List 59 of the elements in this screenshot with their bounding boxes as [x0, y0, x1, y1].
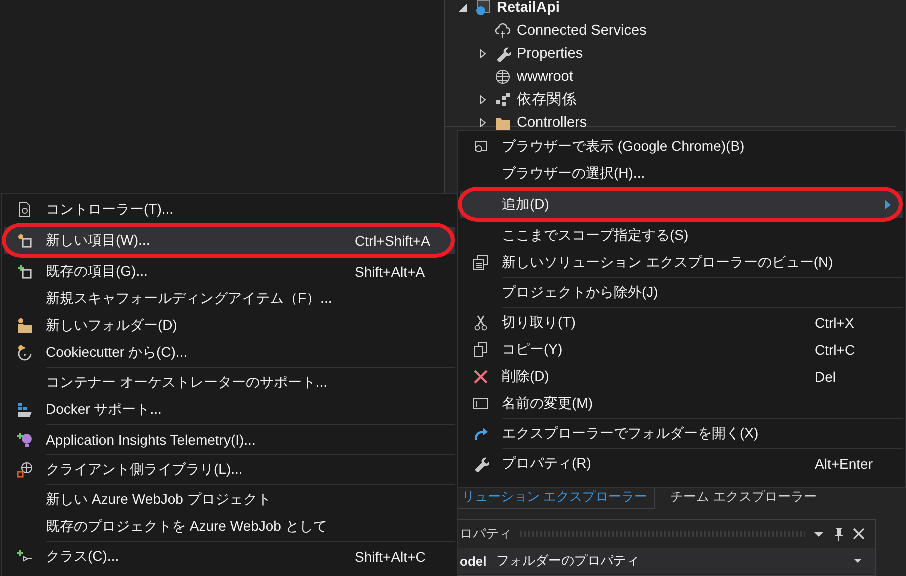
menu-item[interactable]: ブラウザーで表示 (Google Chrome)(B) — [460, 133, 903, 160]
wrench-icon — [473, 456, 489, 472]
close-icon[interactable] — [853, 528, 865, 540]
scissors-icon — [473, 314, 489, 330]
menu-item[interactable]: 新しいソリューション エクスプローラーのビュー(N) — [460, 249, 903, 276]
tree-item[interactable]: RetailApi — [497, 0, 560, 16]
globe-icon — [495, 68, 511, 84]
add-item-icon — [17, 264, 33, 280]
menu-item[interactable]: クライアント側ライブラリ(L)... — [4, 456, 455, 483]
tree-item[interactable]: Properties — [517, 46, 584, 62]
menu-item[interactable]: Cookiecutter から(C)... — [4, 339, 455, 366]
menu-item[interactable]: 切り取り(T) Ctrl+X — [460, 309, 903, 336]
cross-icon — [473, 368, 489, 384]
expanded-arrow-icon[interactable] — [458, 2, 468, 12]
panel-tab[interactable]: チーム エクスプローラー — [654, 485, 824, 509]
menu-item[interactable]: ブラウザーの選択(H)... — [460, 160, 903, 187]
globe-icon — [17, 462, 33, 478]
menu-item[interactable]: 既存の項目(G)... Shift+Alt+A — [4, 258, 455, 285]
browser-window-icon — [473, 138, 489, 154]
dependencies-icon — [495, 92, 511, 108]
curved-arrow-icon — [473, 426, 489, 442]
class-icon — [17, 548, 33, 564]
menu-item[interactable]: コンテナー オーケストレーターのサポート... — [4, 369, 455, 396]
menu-item[interactable]: Application Insights Telemetry(I)... — [4, 426, 455, 453]
tree-item[interactable]: wwwroot — [517, 68, 574, 84]
menu-item[interactable]: コピー(Y) Ctrl+C — [460, 336, 903, 363]
rename-field-icon — [473, 396, 489, 412]
new-item-icon — [17, 232, 33, 248]
cookie-icon — [17, 344, 33, 360]
wrench-icon — [495, 46, 511, 62]
document-icon — [17, 202, 33, 218]
container-icon — [17, 402, 33, 418]
menu-item[interactable]: 名前の変更(M) — [460, 390, 903, 417]
menu-item[interactable]: コントローラー(T)... — [4, 196, 455, 223]
collapsed-arrow-icon[interactable] — [478, 94, 488, 104]
window-stack-icon — [473, 254, 489, 270]
menu-item[interactable]: 新しいフォルダー(D) — [4, 312, 455, 339]
new-folder-icon — [17, 318, 33, 334]
menu-item[interactable]: 削除(D) Del — [460, 363, 903, 390]
pin-icon[interactable] — [833, 527, 845, 541]
caret-icon — [853, 558, 863, 564]
menu-item[interactable]: プロパティ(R) Alt+Enter — [460, 450, 903, 477]
menu-item[interactable]: 新規スキャフォールディングアイテム（F）... — [4, 285, 455, 312]
lightbulb-icon — [17, 432, 33, 448]
copy-icon — [473, 342, 489, 358]
menu-item[interactable]: プロジェクトから除外(J) — [460, 279, 903, 306]
menu-item[interactable]: Docker サポート... — [4, 396, 455, 423]
collapsed-arrow-icon[interactable] — [478, 118, 488, 128]
menu-item[interactable]: 新しい項目(W)... Ctrl+Shift+A — [4, 227, 455, 254]
tree-item[interactable]: 依存関係 — [517, 90, 577, 109]
tree-item[interactable]: Controllers — [517, 114, 588, 130]
menu-item[interactable]: ここまでスコープ指定する(S) — [460, 222, 903, 249]
menu-item[interactable]: エクスプローラーでフォルダーを開く(X) — [460, 420, 903, 447]
tree-item[interactable]: Connected Services — [517, 22, 647, 38]
menu-item[interactable]: 既存のプロジェクトを Azure WebJob として — [4, 513, 455, 540]
panel-title: ロパティ — [460, 525, 512, 543]
collapsed-arrow-icon[interactable] — [478, 48, 488, 58]
cloud-icon — [495, 22, 511, 38]
menu-item[interactable]: 追加(D) — [460, 191, 903, 218]
